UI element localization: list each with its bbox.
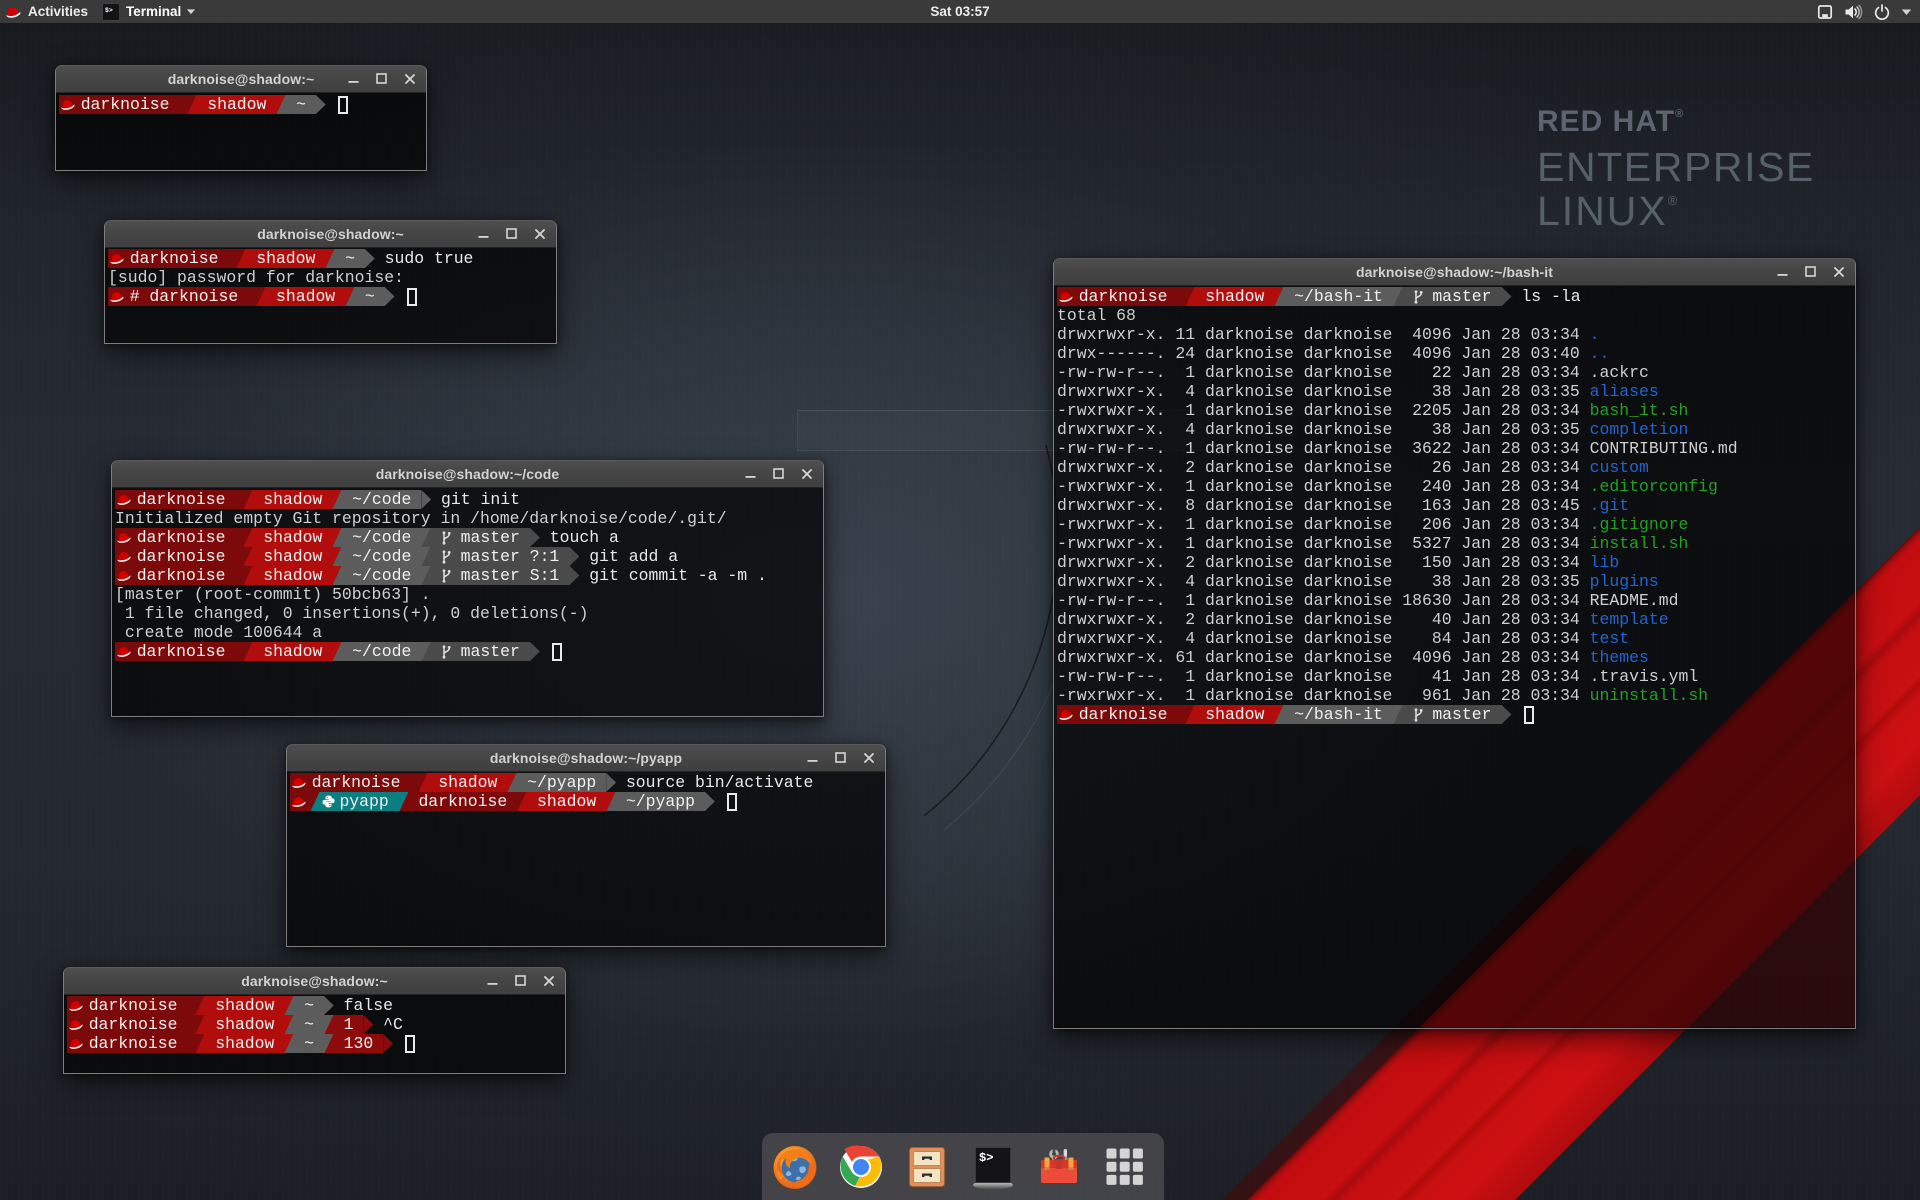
svg-text:$>: $> bbox=[979, 1151, 993, 1165]
